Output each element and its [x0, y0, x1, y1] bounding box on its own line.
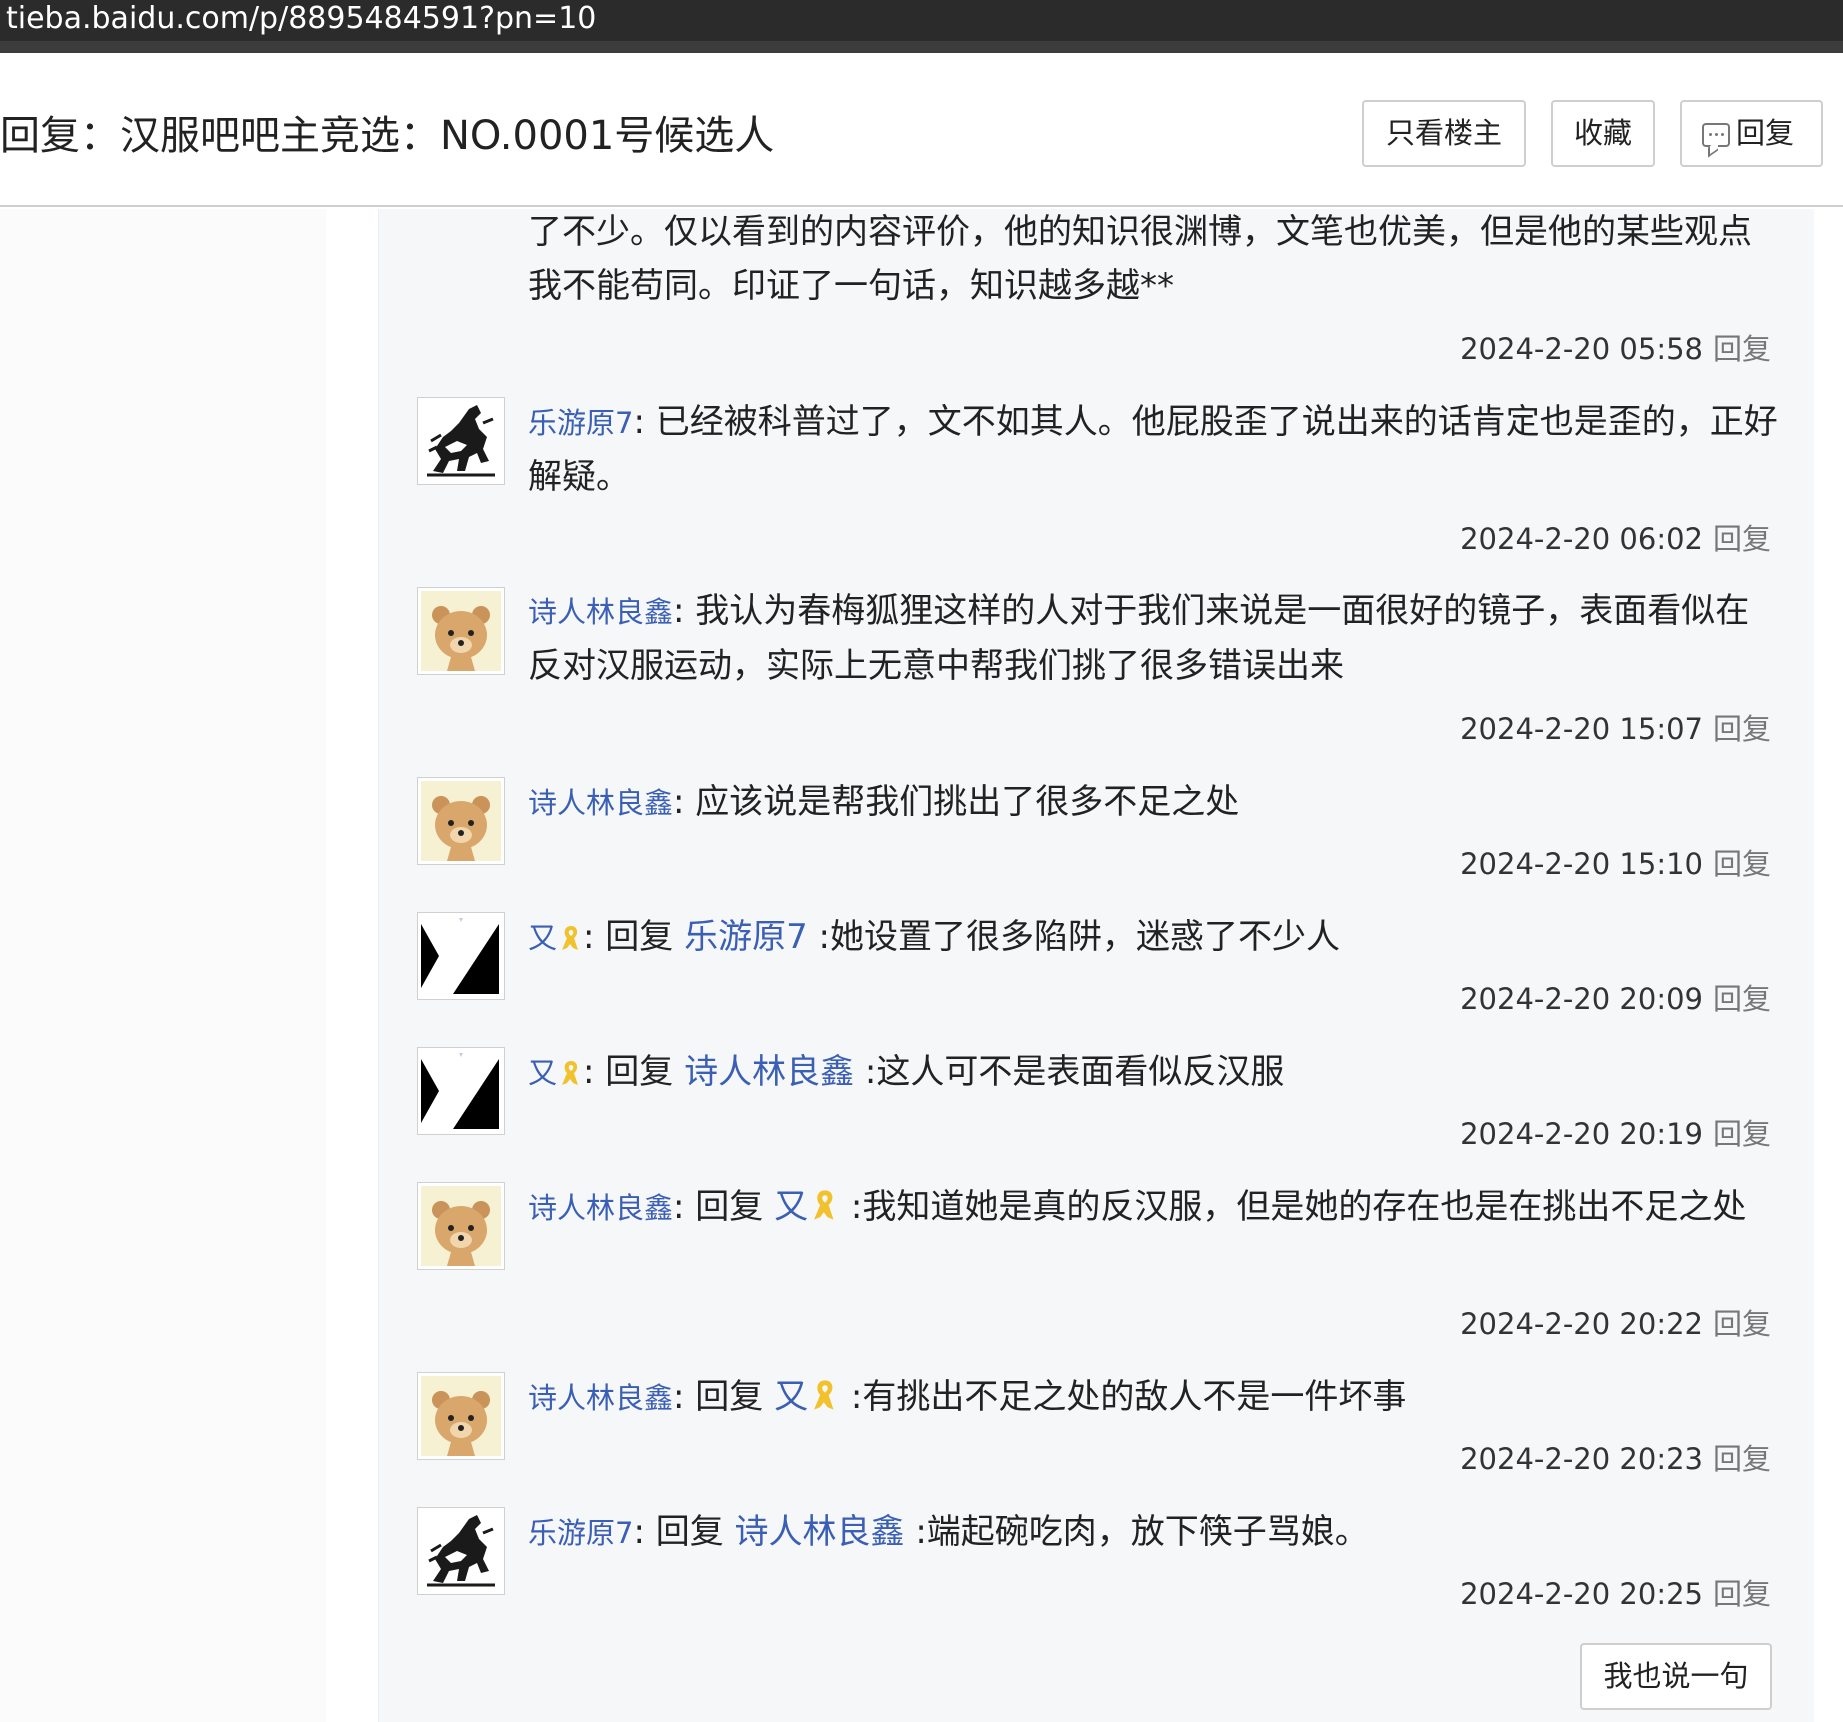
bear-avatar-icon	[421, 781, 501, 861]
only-owner-button[interactable]: 只看楼主	[1362, 100, 1526, 167]
comment-time: 2024-2-20 20:19	[1460, 1117, 1703, 1151]
say-something-button[interactable]: 我也说一句	[1580, 1643, 1772, 1710]
reply-button[interactable]: 回复	[1680, 100, 1823, 167]
comment-meta: 2024-2-20 20:19 回复	[1460, 1111, 1771, 1153]
comment-meta: 2024-2-20 20:09 回复	[1460, 976, 1771, 1018]
comment-content: 应该说是帮我们挑出了很多不足之处	[695, 782, 1240, 822]
comment-text: 诗人林良鑫: 回复 又 :有挑出不足之处的敌人不是一件坏事	[528, 1377, 1407, 1417]
mentioned-user[interactable]: 诗人林良鑫	[735, 1512, 905, 1552]
comment-text: 诗人林良鑫: 我认为春梅狐狸这样的人对于我们来说是一面很好的镜子，表面看似在反对…	[528, 591, 1750, 686]
comment-content: :有挑出不足之处的敌人不是一件坏事	[850, 1377, 1407, 1417]
avatar[interactable]	[417, 912, 505, 1000]
left-column	[0, 209, 326, 1722]
comment-text: 了不少。仅以看到的内容评价，他的知识很渊博，文笔也优美，但是他的某些观点我不能苟…	[528, 205, 1778, 313]
comment-text: 诗人林良鑫: 应该说是帮我们挑出了很多不足之处	[528, 782, 1240, 822]
ribbon-icon	[559, 1059, 583, 1087]
comment-time: 2024-2-20 15:10	[1460, 847, 1703, 881]
comment-content: :端起碗吃肉，放下筷子骂娘。	[915, 1512, 1369, 1552]
avatar[interactable]	[417, 1372, 505, 1460]
comment-meta: 2024-2-20 15:10 回复	[1460, 841, 1771, 883]
comment-content: 已经被科普过了，文不如其人。他屁股歪了说出来的话肯定也是歪的，正好解疑。	[528, 402, 1778, 497]
comment-text: 又: 回复 乐游原7 :她设置了很多陷阱，迷惑了不少人	[528, 917, 1341, 957]
black-white-avatar-icon	[421, 1051, 501, 1131]
url-text[interactable]: tieba.baidu.com/p/8895484591?pn=10	[6, 0, 596, 38]
mentioned-user[interactable]: 又	[774, 1377, 808, 1417]
comment-content: 我认为春梅狐狸这样的人对于我们来说是一面很好的镜子，表面看似在反对汉服运动，实际…	[528, 591, 1750, 686]
comment-meta: 2024-2-20 05:58 回复	[1460, 326, 1771, 368]
ribbon-icon	[559, 924, 583, 952]
address-bar[interactable]: tieba.baidu.com/p/8895484591?pn=10	[0, 0, 1843, 53]
bear-avatar-icon	[421, 591, 501, 671]
reply-prefix: 回复	[655, 1512, 724, 1552]
page-title: 回复：汉服吧吧主竞选：NO.0001号候选人	[0, 113, 775, 159]
comment-reply-link[interactable]: 回复	[1713, 1442, 1771, 1476]
content-gutter	[326, 209, 378, 1722]
bear-avatar-icon	[421, 1186, 501, 1266]
comment-reply-link[interactable]: 回复	[1713, 1577, 1771, 1611]
avatar[interactable]	[417, 587, 505, 675]
comment-reply-link[interactable]: 回复	[1713, 332, 1771, 366]
comment-username[interactable]: 乐游原7	[528, 406, 633, 440]
comment-text: 诗人林良鑫: 回复 又 :我知道她是真的反汉服，但是她的存在也是在挑出不足之处	[528, 1187, 1747, 1227]
comment-reply-link[interactable]: 回复	[1713, 982, 1771, 1016]
comment-time: 2024-2-20 20:25	[1460, 1577, 1703, 1611]
horse-drawing-avatar-icon	[421, 1511, 501, 1591]
right-margin	[1814, 209, 1843, 1722]
comment-content: :我知道她是真的反汉服，但是她的存在也是在挑出不足之处	[850, 1187, 1747, 1227]
comment-reply-link[interactable]: 回复	[1713, 522, 1771, 556]
reply-prefix: 回复	[695, 1187, 764, 1227]
comment-time: 2024-2-20 20:09	[1460, 982, 1703, 1016]
comment-username[interactable]: 诗人林良鑫	[528, 595, 673, 629]
reply-prefix: 回复	[695, 1377, 764, 1417]
comment-icon	[1702, 123, 1730, 147]
comment-content: 了不少。仅以看到的内容评价，他的知识很渊博，文笔也优美，但是他的某些观点我不能苟…	[528, 212, 1752, 306]
comment-username[interactable]: 又	[528, 1056, 557, 1090]
comment-time: 2024-2-20 20:22	[1460, 1307, 1703, 1341]
avatar[interactable]	[417, 1047, 505, 1135]
comment-content: :这人可不是表面看似反汉服	[864, 1052, 1285, 1092]
avatar[interactable]	[417, 397, 505, 485]
horse-drawing-avatar-icon	[421, 401, 501, 481]
reply-button-label: 回复	[1736, 116, 1795, 150]
ribbon-icon	[810, 1378, 840, 1412]
comment-username[interactable]: 诗人林良鑫	[528, 786, 673, 820]
favorite-button[interactable]: 收藏	[1551, 100, 1655, 167]
mentioned-user[interactable]: 诗人林良鑫	[684, 1052, 854, 1092]
comment-meta: 2024-2-20 20:22 回复	[1460, 1301, 1771, 1343]
comment-username[interactable]: 乐游原7	[528, 1516, 633, 1550]
comment-text: 又: 回复 诗人林良鑫 :这人可不是表面看似反汉服	[528, 1052, 1285, 1092]
comment-time: 2024-2-20 05:58	[1460, 332, 1703, 366]
comment-time: 2024-2-20 20:23	[1460, 1442, 1703, 1476]
comment-content: :她设置了很多陷阱，迷惑了不少人	[818, 917, 1341, 957]
comment-username[interactable]: 诗人林良鑫	[528, 1381, 673, 1415]
reply-prefix: 回复	[605, 917, 674, 957]
comment-time: 2024-2-20 15:07	[1460, 712, 1703, 746]
comment-text: 乐游原7: 回复 诗人林良鑫 :端起碗吃肉，放下筷子骂娘。	[528, 1512, 1369, 1552]
comment-reply-link[interactable]: 回复	[1713, 712, 1771, 746]
thread-header: 回复：汉服吧吧主竞选：NO.0001号候选人 只看楼主 收藏 回复	[0, 65, 1843, 207]
comment-time: 2024-2-20 06:02	[1460, 522, 1703, 556]
comment-reply-link[interactable]: 回复	[1713, 1307, 1771, 1341]
comment-text: 乐游原7: 已经被科普过了，文不如其人。他屁股歪了说出来的话肯定也是歪的，正好解…	[528, 402, 1778, 497]
mentioned-user[interactable]: 又	[774, 1187, 808, 1227]
comment-meta: 2024-2-20 20:25 回复	[1460, 1571, 1771, 1613]
comment-username[interactable]: 诗人林良鑫	[528, 1191, 673, 1225]
avatar[interactable]	[417, 1507, 505, 1595]
avatar[interactable]	[417, 777, 505, 865]
avatar[interactable]	[417, 1182, 505, 1270]
black-white-avatar-icon	[421, 916, 501, 996]
comment-reply-link[interactable]: 回复	[1713, 1117, 1771, 1151]
bear-avatar-icon	[421, 1376, 501, 1456]
comment-reply-link[interactable]: 回复	[1713, 847, 1771, 881]
mentioned-user[interactable]: 乐游原7	[684, 917, 808, 957]
comment-meta: 2024-2-20 15:07 回复	[1460, 706, 1771, 748]
reply-prefix: 回复	[605, 1052, 674, 1092]
comment-meta: 2024-2-20 20:23 回复	[1460, 1436, 1771, 1478]
comment-meta: 2024-2-20 06:02 回复	[1460, 516, 1771, 558]
comment-username[interactable]: 又	[528, 921, 557, 955]
ribbon-icon	[810, 1188, 840, 1222]
